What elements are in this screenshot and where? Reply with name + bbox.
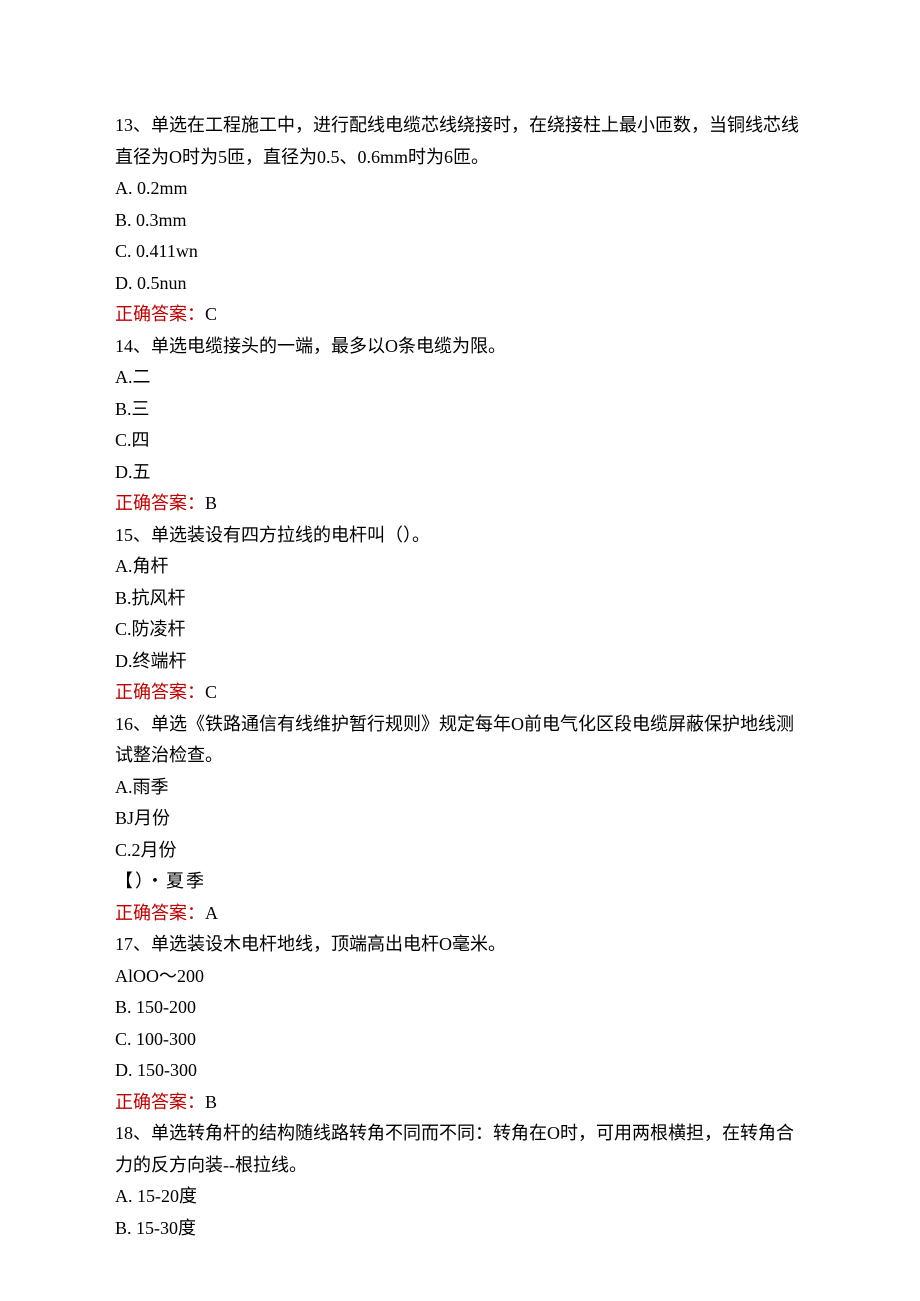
- document-page: 13、单选在工程施工中，进行配线电缆芯线绕接时，在绕接柱上最小匝数，当铜线芯线直…: [0, 0, 920, 1284]
- question-stem: 13、单选在工程施工中，进行配线电缆芯线绕接时，在绕接柱上最小匝数，当铜线芯线直…: [115, 110, 805, 173]
- question-stem: 17、单选装设木电杆地线，顶端高出电杆O毫米。: [115, 929, 805, 961]
- option-d: 【）・夏季: [115, 866, 805, 898]
- question-13: 13、单选在工程施工中，进行配线电缆芯线绕接时，在绕接柱上最小匝数，当铜线芯线直…: [115, 110, 805, 331]
- option-a: A. 15-20度: [115, 1181, 805, 1213]
- answer-label: 正确答案：: [115, 1092, 205, 1112]
- question-stem: 15、单选装设有四方拉线的电杆叫（）。: [115, 520, 805, 552]
- question-17: 17、单选装设木电杆地线，顶端高出电杆O毫米。 AlOO～200 B. 150-…: [115, 929, 805, 1118]
- answer-value: B: [205, 1092, 217, 1112]
- option-c: C.防凌杆: [115, 614, 805, 646]
- option-b: B.三: [115, 394, 805, 426]
- option-b: BJ月份: [115, 803, 805, 835]
- option-c: C.四: [115, 425, 805, 457]
- option-b: B.抗风杆: [115, 583, 805, 615]
- answer-line: 正确答案：A: [115, 898, 805, 930]
- option-b: B. 150-200: [115, 992, 805, 1024]
- question-14: 14、单选电缆接头的一端，最多以O条电缆为限。 A.二 B.三 C.四 D.五 …: [115, 331, 805, 520]
- question-stem: 16、单选《铁路通信有线维护暂行规则》规定每年O前电气化区段电缆屏蔽保护地线测试…: [115, 709, 805, 772]
- option-d: D.终端杆: [115, 646, 805, 678]
- answer-label: 正确答案：: [115, 682, 205, 702]
- answer-line: 正确答案：C: [115, 677, 805, 709]
- answer-line: 正确答案：B: [115, 1087, 805, 1119]
- question-16: 16、单选《铁路通信有线维护暂行规则》规定每年O前电气化区段电缆屏蔽保护地线测试…: [115, 709, 805, 930]
- option-a: A.雨季: [115, 772, 805, 804]
- option-a: A. 0.2mm: [115, 173, 805, 205]
- option-a: A.角杆: [115, 551, 805, 583]
- answer-value: B: [205, 493, 217, 513]
- question-18: 18、单选转角杆的结构随线路转角不同而不同：转角在O时，可用两根横担，在转角合力…: [115, 1118, 805, 1244]
- answer-value: A: [205, 903, 218, 923]
- option-a: AlOO～200: [115, 961, 805, 993]
- question-stem: 18、单选转角杆的结构随线路转角不同而不同：转角在O时，可用两根横担，在转角合力…: [115, 1118, 805, 1181]
- option-b: B. 0.3mm: [115, 205, 805, 237]
- answer-label: 正确答案：: [115, 304, 205, 324]
- answer-value: C: [205, 682, 217, 702]
- question-15: 15、单选装设有四方拉线的电杆叫（）。 A.角杆 B.抗风杆 C.防凌杆 D.终…: [115, 520, 805, 709]
- question-stem: 14、单选电缆接头的一端，最多以O条电缆为限。: [115, 331, 805, 363]
- option-c: C. 100-300: [115, 1024, 805, 1056]
- option-c: C. 0.411wn: [115, 236, 805, 268]
- answer-line: 正确答案：B: [115, 488, 805, 520]
- option-c: C.2月份: [115, 835, 805, 867]
- option-d: D. 0.5nun: [115, 268, 805, 300]
- option-d: D. 150-300: [115, 1055, 805, 1087]
- option-d: D.五: [115, 457, 805, 489]
- answer-line: 正确答案：C: [115, 299, 805, 331]
- option-b: B. 15-30度: [115, 1213, 805, 1245]
- answer-value: C: [205, 304, 217, 324]
- answer-label: 正确答案：: [115, 493, 205, 513]
- option-a: A.二: [115, 362, 805, 394]
- answer-label: 正确答案：: [115, 903, 205, 923]
